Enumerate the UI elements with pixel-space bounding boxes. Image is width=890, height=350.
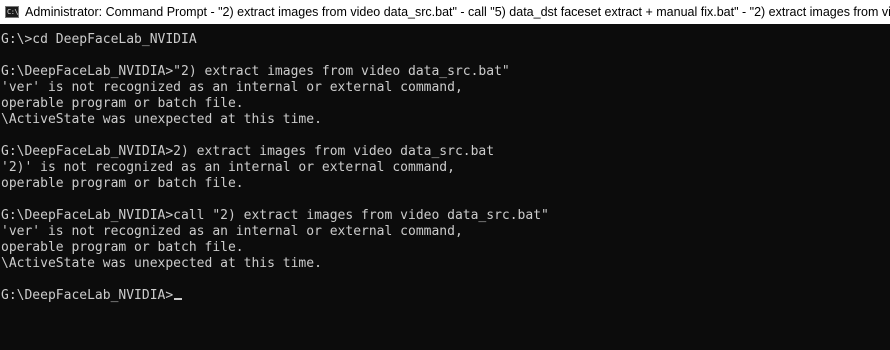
console-line: operable program or batch file.	[1, 240, 244, 255]
console-line: 'ver' is not recognized as an internal o…	[1, 224, 463, 239]
prompt-line[interactable]: G:\DeepFaceLab_NVIDIA>	[1, 288, 183, 304]
console-line: operable program or batch file.	[1, 176, 244, 191]
prompt-text: G:\DeepFaceLab_NVIDIA>	[1, 288, 174, 303]
console-line: G:\DeepFaceLab_NVIDIA>2) extract images …	[1, 144, 495, 159]
console-line: G:\>cd DeepFaceLab_NVIDIA	[1, 32, 197, 47]
console-line: G:\DeepFaceLab_NVIDIA>call "2) extract i…	[1, 208, 549, 223]
console-line: \ActiveState was unexpected at this time…	[1, 256, 322, 271]
console-line: G:\DeepFaceLab_NVIDIA>"2) extract images…	[1, 64, 510, 79]
cmd-icon[interactable]: C:\	[5, 6, 19, 18]
cmd-icon-glyph: C:\	[7, 8, 19, 16]
window-title: Administrator: Command Prompt - "2) extr…	[25, 5, 890, 19]
console-line: operable program or batch file.	[1, 96, 244, 111]
text-cursor	[174, 298, 183, 300]
command-prompt-window: C:\ Administrator: Command Prompt - "2) …	[0, 0, 890, 350]
title-bar[interactable]: C:\ Administrator: Command Prompt - "2) …	[0, 0, 890, 24]
console-line: '2)' is not recognized as an internal or…	[1, 160, 455, 175]
console-line: \ActiveState was unexpected at this time…	[1, 112, 322, 127]
console-line: 'ver' is not recognized as an internal o…	[1, 80, 463, 95]
console-output[interactable]: G:\>cd DeepFaceLab_NVIDIA G:\DeepFaceLab…	[0, 24, 890, 350]
